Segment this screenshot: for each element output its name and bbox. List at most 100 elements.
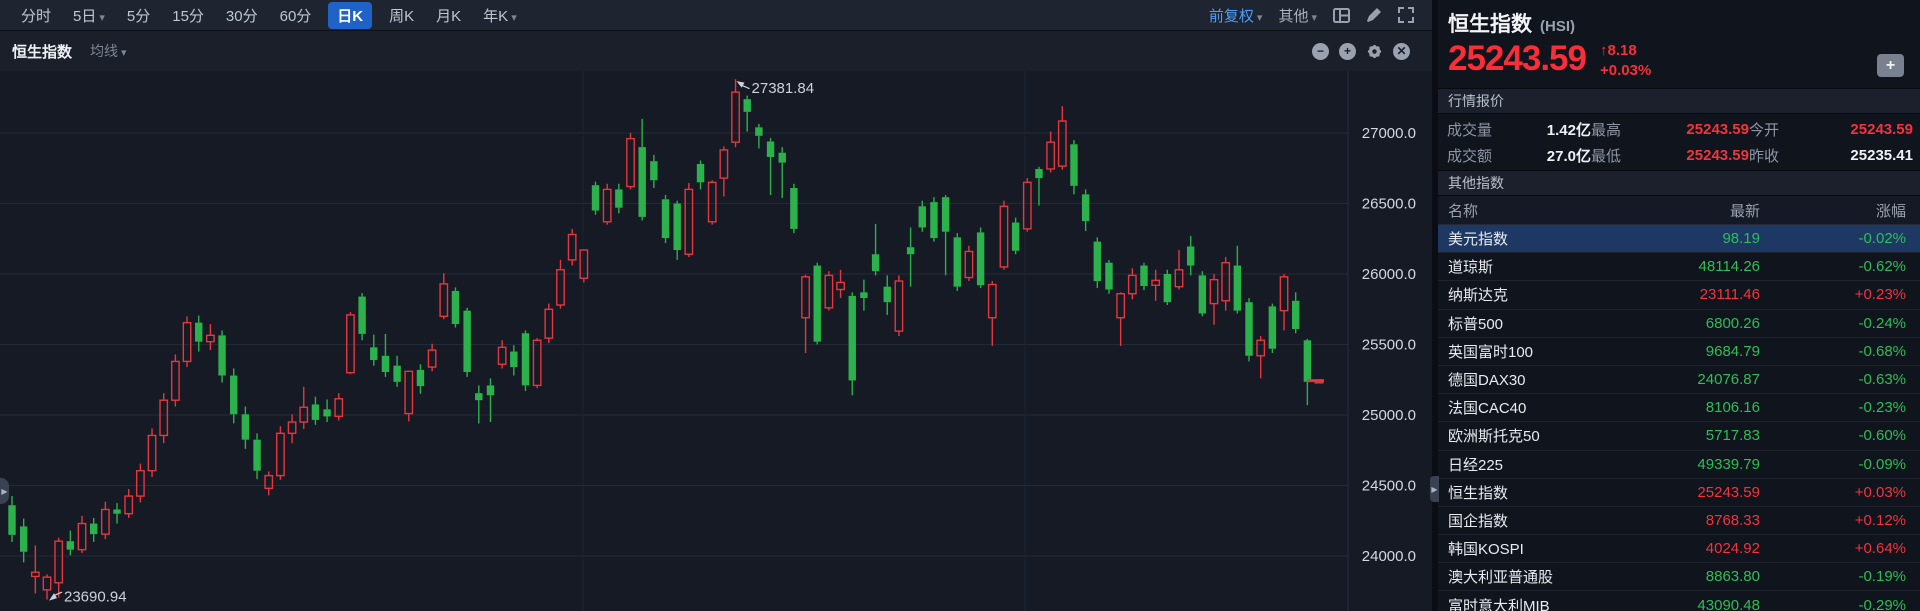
- period-tab-5分[interactable]: 5分: [127, 5, 150, 26]
- period-tab-月K[interactable]: 月K: [436, 5, 461, 26]
- index-row-name: 英国富时100: [1448, 341, 1620, 362]
- quote-grid: 成交量1.42亿最高25243.59今开25243.59成交额27.0亿最低25…: [1438, 114, 1920, 170]
- quote-label: 昨收: [1749, 145, 1813, 166]
- last-price: 25243.59: [1448, 41, 1586, 78]
- period-tab-15分[interactable]: 15分: [172, 5, 204, 26]
- chart-window-controls: − + ✕: [1312, 43, 1420, 60]
- quote-label: 成交量: [1447, 119, 1543, 140]
- quote-label: 最高: [1591, 119, 1655, 140]
- index-row-change: +0.23%: [1760, 286, 1906, 303]
- index-row-value: 49339.79: [1620, 456, 1760, 473]
- index-row-change: -0.62%: [1760, 258, 1906, 275]
- table-row-法国CAC40[interactable]: 法国CAC408106.16-0.23%: [1438, 394, 1920, 422]
- y-axis-label: 24000.0: [1362, 548, 1416, 565]
- table-row-道琼斯[interactable]: 道琼斯48114.26-0.62%: [1438, 253, 1920, 281]
- period-tab-日K[interactable]: 日K: [328, 2, 372, 29]
- index-row-value: 23111.46: [1620, 286, 1760, 303]
- quote-value: 1.42亿: [1543, 119, 1591, 140]
- index-row-change: -0.60%: [1760, 427, 1906, 444]
- quote-panel: ▶ 恒生指数 (HSI) 25243.59 ↑8.18 +0.03% + 行情报…: [1432, 0, 1920, 611]
- index-row-name: 道琼斯: [1448, 256, 1620, 277]
- index-row-change: -0.19%: [1760, 568, 1906, 585]
- index-row-name: 标普500: [1448, 313, 1620, 334]
- last-price-marker: [1307, 379, 1324, 382]
- table-row-富时意大利MIB[interactable]: 富时意大利MIB43090.48-0.29%: [1438, 591, 1920, 611]
- quote-value: 25243.59: [1655, 121, 1749, 138]
- period-tab-周K[interactable]: 周K: [389, 5, 414, 26]
- quote-value: 27.0亿: [1543, 145, 1591, 166]
- period-tab-60分[interactable]: 60分: [280, 5, 312, 26]
- quote-value: 25243.59: [1655, 147, 1749, 164]
- index-row-change: -0.23%: [1760, 399, 1906, 416]
- index-row-value: 98.19: [1620, 230, 1760, 247]
- chevron-down-icon: ▾: [1311, 12, 1317, 24]
- minus-circle-icon[interactable]: −: [1312, 43, 1329, 60]
- chevron-down-icon: ▾: [511, 12, 517, 24]
- index-row-value: 43090.48: [1620, 597, 1760, 611]
- table-row-欧洲斯托克50[interactable]: 欧洲斯托克505717.83-0.60%: [1438, 422, 1920, 450]
- quote-head: 恒生指数 (HSI) 25243.59 ↑8.18 +0.03% +: [1438, 0, 1920, 88]
- index-row-change: -0.29%: [1760, 597, 1906, 611]
- table-row-日经225[interactable]: 日经22549339.79-0.09%: [1438, 451, 1920, 479]
- index-row-value: 8768.33: [1620, 512, 1760, 529]
- ma-dropdown[interactable]: 均线▾: [90, 41, 127, 61]
- adjust-mode-dropdown[interactable]: 前复权▾: [1209, 5, 1263, 26]
- y-axis-label: 25000.0: [1362, 407, 1416, 424]
- index-row-name: 日经225: [1448, 454, 1620, 475]
- index-row-value: 4024.92: [1620, 540, 1760, 557]
- plus-circle-icon[interactable]: +: [1339, 43, 1356, 60]
- other-dropdown[interactable]: 其他▾: [1278, 5, 1317, 26]
- close-circle-icon[interactable]: ✕: [1393, 43, 1410, 60]
- quote-value: 25243.59: [1813, 121, 1913, 138]
- indices-table-header: 名称 最新 涨幅: [1438, 196, 1920, 225]
- section-quotes-header: 行情报价: [1438, 88, 1920, 114]
- quote-label: 今开: [1749, 119, 1813, 140]
- brush-icon[interactable]: [1366, 7, 1382, 23]
- change-percent: +0.03%: [1600, 62, 1651, 79]
- col-change: 涨幅: [1760, 200, 1906, 221]
- index-row-value: 24076.87: [1620, 371, 1760, 388]
- chevron-down-icon: ▾: [1257, 12, 1263, 24]
- other-label: 其他: [1278, 8, 1308, 25]
- index-row-name: 澳大利亚普通股: [1448, 566, 1620, 587]
- gear-icon[interactable]: [1366, 43, 1383, 60]
- table-row-韩国KOSPI[interactable]: 韩国KOSPI4024.92+0.64%: [1438, 535, 1920, 563]
- table-row-国企指数[interactable]: 国企指数8768.33+0.12%: [1438, 507, 1920, 535]
- y-axis-label: 26000.0: [1362, 266, 1416, 283]
- quote-row: 成交额27.0亿最低25243.59昨收25235.41: [1447, 142, 1911, 168]
- index-row-name: 纳斯达克: [1448, 284, 1620, 305]
- table-row-德国DAX30[interactable]: 德国DAX3024076.87-0.63%: [1438, 366, 1920, 394]
- grid-layout-icon[interactable]: [1333, 8, 1350, 23]
- table-row-澳大利亚普通股[interactable]: 澳大利亚普通股8863.80-0.19%: [1438, 563, 1920, 591]
- period-tab-分时[interactable]: 分时: [21, 5, 51, 26]
- chart-module: 分时5日▾5分15分30分60分日K周K月K年K▾ 前复权▾ 其他▾ 恒生指数: [0, 0, 1432, 611]
- table-row-纳斯达克[interactable]: 纳斯达克23111.46+0.23%: [1438, 281, 1920, 309]
- table-row-英国富时100[interactable]: 英国富时1009684.79-0.68%: [1438, 338, 1920, 366]
- period-tab-30分[interactable]: 30分: [226, 5, 258, 26]
- quote-value: 25235.41: [1813, 147, 1913, 164]
- index-row-change: -0.68%: [1760, 343, 1906, 360]
- index-row-change: +0.12%: [1760, 512, 1906, 529]
- index-row-value: 25243.59: [1620, 484, 1760, 501]
- index-row-name: 法国CAC40: [1448, 397, 1620, 418]
- index-row-value: 6800.26: [1620, 315, 1760, 332]
- expand-icon[interactable]: [1398, 7, 1414, 23]
- toolbar-right-cluster: 前复权▾ 其他▾: [1209, 5, 1422, 26]
- table-row-恒生指数[interactable]: 恒生指数25243.59+0.03%: [1438, 479, 1920, 507]
- index-row-name: 美元指数: [1448, 228, 1620, 249]
- add-to-watchlist-button[interactable]: +: [1877, 54, 1904, 77]
- table-row-标普500[interactable]: 标普5006800.26-0.24%: [1438, 310, 1920, 338]
- candlestick-chart[interactable]: 27000.026500.026000.025500.025000.024500…: [0, 71, 1432, 611]
- table-row-美元指数[interactable]: 美元指数98.19-0.02%: [1438, 225, 1920, 253]
- chart-symbol-label: 恒生指数: [12, 41, 72, 62]
- left-collapse-handle[interactable]: ▶: [0, 478, 9, 504]
- panel-collapse-handle[interactable]: ▶: [1430, 476, 1439, 502]
- index-row-value: 5717.83: [1620, 427, 1760, 444]
- quote-label: 成交额: [1447, 145, 1543, 166]
- change-stack: ↑8.18 +0.03%: [1600, 42, 1651, 79]
- period-tab-5日[interactable]: 5日▾: [73, 5, 105, 26]
- period-toolbar: 分时5日▾5分15分30分60分日K周K月K年K▾ 前复权▾ 其他▾: [0, 0, 1432, 31]
- period-tab-年K[interactable]: 年K▾: [483, 5, 517, 26]
- chevron-down-icon: ▾: [121, 47, 127, 59]
- index-row-name: 富时意大利MIB: [1448, 595, 1620, 611]
